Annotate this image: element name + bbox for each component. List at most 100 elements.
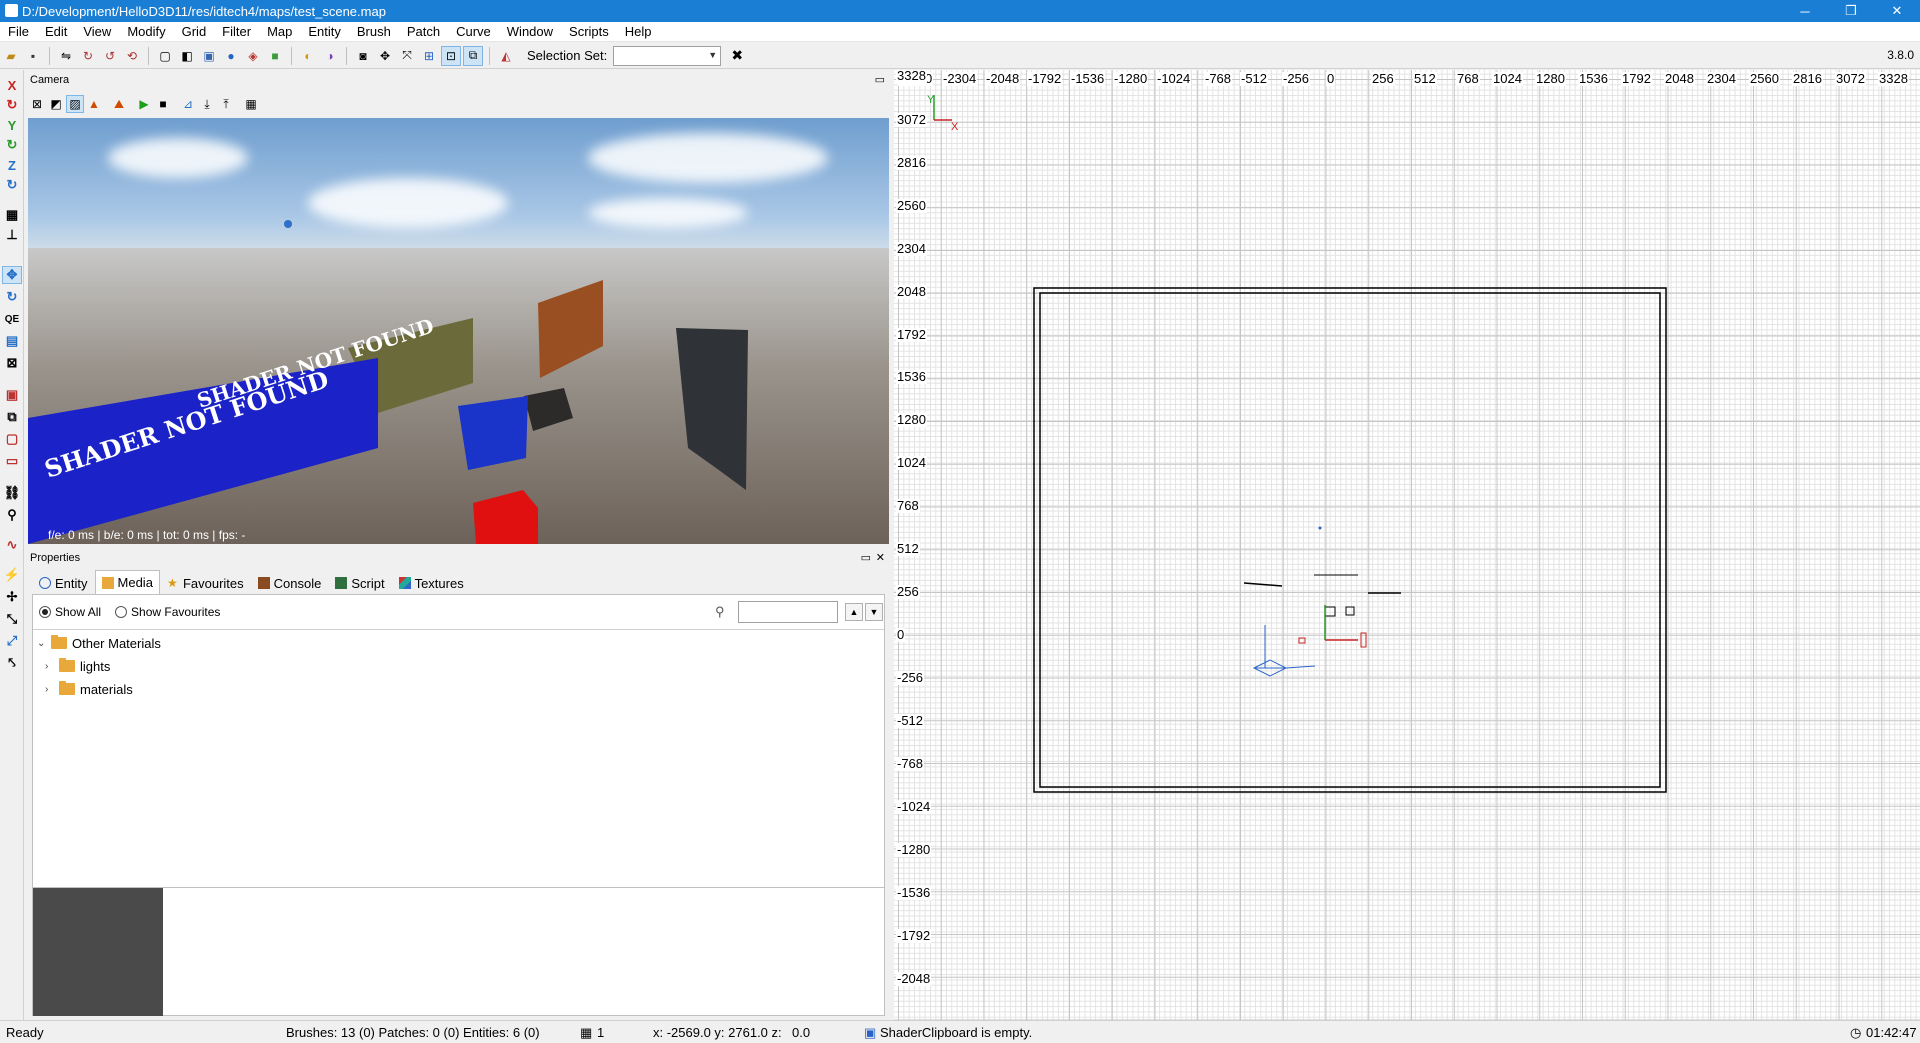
curve-icon[interactable]: ∿ [2, 536, 22, 554]
menu-filter[interactable]: Filter [214, 22, 259, 42]
menu-file[interactable]: File [0, 22, 37, 42]
select-faces-icon[interactable]: ▣ [2, 386, 22, 404]
flip-z-tool-icon[interactable]: Z [2, 156, 22, 174]
translate-tool-icon[interactable]: ✥ [2, 266, 22, 284]
merge-icon[interactable]: ⛓ [2, 484, 22, 502]
show-favourites-radio[interactable] [115, 606, 128, 618]
csg-hollow-icon[interactable]: ▢ [155, 46, 175, 66]
menu-view[interactable]: View [75, 22, 119, 42]
menu-window[interactable]: Window [499, 22, 561, 42]
move-down-icon[interactable]: ⤓ [198, 95, 216, 113]
align-icon[interactable]: ⤡ [2, 610, 22, 628]
tree-item-other-materials[interactable]: ⌄ Other Materials [37, 632, 161, 654]
maximize-icon[interactable]: ▭ [861, 550, 871, 566]
maximize-icon[interactable]: ▭ [875, 72, 885, 88]
window-title: D:/Development/HelloD3D11/res/idtech4/ma… [22, 3, 386, 19]
texture-tool-icon[interactable]: ⊠ [2, 354, 22, 372]
menu-scripts[interactable]: Scripts [561, 22, 617, 42]
rotate-z-tool-icon[interactable]: ↻ [2, 176, 22, 194]
tree-item-materials[interactable]: › materials [45, 678, 133, 700]
clip-tool-icon[interactable]: ▤ [2, 332, 22, 350]
media-search-input[interactable] [738, 601, 838, 623]
move-pivot-icon[interactable]: ⤢ [2, 632, 22, 650]
rotate-y-icon[interactable]: ↺ [100, 46, 120, 66]
rotate-x-tool-icon[interactable]: ↻ [2, 96, 22, 114]
shader-icon[interactable]: ◭ [496, 46, 516, 66]
select-complete-tall-icon[interactable]: ◑ [320, 46, 340, 66]
texture-lock-icon[interactable]: ▦ [2, 206, 22, 224]
grid-toggle-icon[interactable]: ▦ [242, 95, 260, 113]
hierarchy-icon[interactable]: ⚲ [2, 506, 22, 524]
rotate-tool-icon[interactable]: ↻ [2, 288, 22, 306]
search-prev-button[interactable]: ▲ [845, 603, 863, 621]
select-inside-icon[interactable]: ◙ [353, 46, 373, 66]
select-group-icon[interactable]: ⧉ [2, 408, 22, 426]
menu-edit[interactable]: Edit [37, 22, 75, 42]
menu-curve[interactable]: Curve [448, 22, 499, 42]
camera-clip-icon[interactable]: ⧉ [463, 45, 483, 66]
tab-console[interactable]: Console [251, 572, 329, 594]
clipper-icon[interactable]: ◐ [298, 46, 318, 66]
far-clip-icon[interactable]: ⛰ [110, 95, 128, 113]
select-vertices-icon[interactable]: ▢ [2, 430, 22, 448]
select-touching-icon[interactable]: ✥ [375, 46, 395, 66]
restore-button[interactable]: ❐ [1828, 0, 1874, 22]
ortho-view[interactable]: -2560 -2304 -2048 -1792 -1536 -1280 -102… [894, 70, 1920, 1020]
tab-favourites[interactable]: ★ Favourites [160, 572, 251, 594]
chevron-right-icon[interactable]: › [45, 661, 59, 672]
drag-tool-icon[interactable]: QE [2, 310, 22, 328]
rotate-x-icon[interactable]: ↻ [78, 46, 98, 66]
close-panel-icon[interactable]: ✕ [876, 550, 885, 566]
menu-map[interactable]: Map [259, 22, 300, 42]
camera-reset-icon[interactable]: ⊿ [179, 95, 197, 113]
chevron-down-icon[interactable]: ⌄ [37, 638, 51, 649]
clear-selection-set-icon[interactable]: ✖ [727, 46, 747, 66]
tab-script[interactable]: Script [328, 572, 391, 594]
csg-merge-icon[interactable]: ▣ [199, 46, 219, 66]
tree-item-lights[interactable]: › lights [45, 655, 110, 677]
rotate-z-icon[interactable]: ⟲ [122, 46, 142, 66]
lighting-icon[interactable]: ▲ [85, 95, 103, 113]
tab-entity[interactable]: Entity [32, 572, 95, 594]
rotate-model-icon[interactable]: ✢ [2, 588, 22, 606]
save-map-icon[interactable]: ▪ [23, 46, 43, 66]
menu-patch[interactable]: Patch [399, 22, 448, 42]
open-map-icon[interactable]: ▰ [1, 46, 21, 66]
menu-modify[interactable]: Modify [119, 22, 173, 42]
snap-icon[interactable]: ⚡ [2, 566, 22, 584]
play-icon[interactable]: ▶ [135, 95, 153, 113]
tab-textures[interactable]: Textures [392, 572, 471, 594]
entity-icon[interactable]: ● [221, 46, 241, 66]
view-mode-icon[interactable]: ⊡ [441, 45, 461, 66]
menu-grid[interactable]: Grid [174, 22, 215, 42]
search-next-button[interactable]: ▼ [865, 603, 883, 621]
flip-y-tool-icon[interactable]: Y [2, 116, 22, 134]
flip-x-tool-icon[interactable]: X [2, 76, 22, 94]
patch-icon[interactable]: ■ [265, 46, 285, 66]
title-bar: D:/Development/HelloD3D11/res/idtech4/ma… [0, 0, 1920, 22]
rotate-y-tool-icon[interactable]: ↻ [2, 136, 22, 154]
menu-brush[interactable]: Brush [349, 22, 399, 42]
menu-help[interactable]: Help [617, 22, 660, 42]
move-up-icon[interactable]: ⤒ [217, 95, 235, 113]
drag-resize-icon[interactable]: ⤧ [397, 46, 417, 66]
selection-set-combo[interactable]: ▼ [613, 45, 722, 66]
flat-shade-icon[interactable]: ◩ [47, 95, 65, 113]
texture-icon[interactable]: ◈ [243, 46, 263, 66]
stop-icon[interactable]: ■ [154, 95, 172, 113]
wireframe-icon[interactable]: ⊠ [28, 95, 46, 113]
textured-icon[interactable]: ▨ [66, 95, 84, 113]
flip-x-icon[interactable]: ⇋ [56, 46, 76, 66]
csg-subtract-icon[interactable]: ◧ [177, 46, 197, 66]
grid-snap-icon[interactable]: ⊞ [419, 46, 439, 66]
tab-media[interactable]: Media [94, 570, 160, 594]
scale-tool-icon[interactable]: ⊥ [2, 226, 22, 244]
chevron-right-icon[interactable]: › [45, 684, 59, 695]
minimize-button[interactable]: ─ [1782, 0, 1828, 22]
menu-entity[interactable]: Entity [300, 22, 349, 42]
show-all-radio[interactable] [39, 606, 51, 618]
camera-viewport[interactable]: SHADER NOT FOUND SHADER NOT FOUND f/e: 0… [28, 118, 889, 544]
close-button[interactable]: ✕ [1874, 0, 1920, 22]
select-edges-icon[interactable]: ▭ [2, 452, 22, 470]
scale-axis-icon[interactable]: ⤣ [2, 654, 22, 672]
